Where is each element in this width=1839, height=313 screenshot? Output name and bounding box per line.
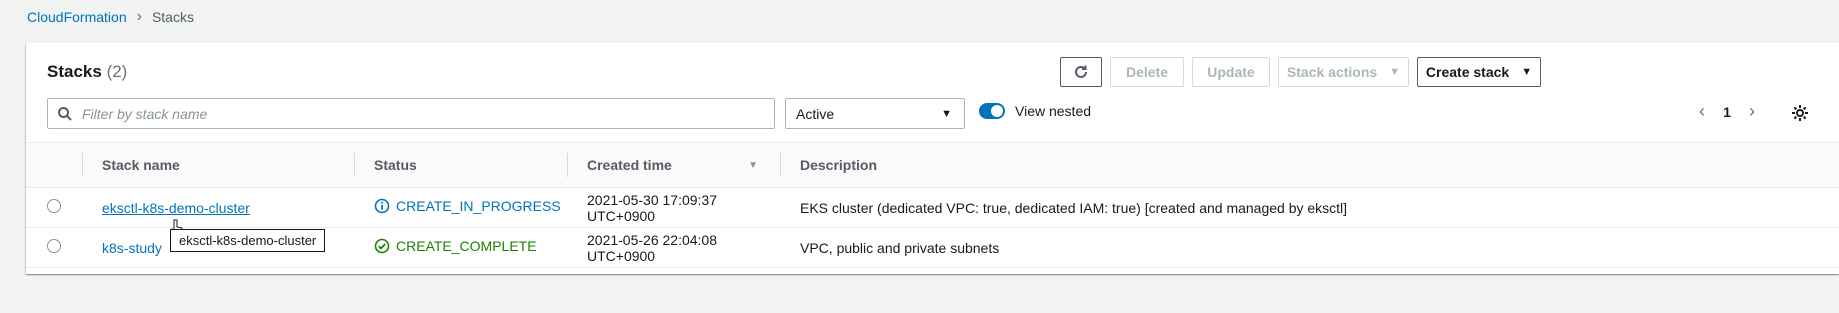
search-input[interactable] [82,105,742,122]
info-icon [374,198,390,214]
update-button[interactable]: Update [1192,57,1270,87]
breadcrumb-current: Stacks [151,9,194,25]
pagination: ‹ 1 › [1688,101,1766,122]
column-label: Stack name [102,157,180,173]
stack-actions-label: Stack actions [1286,64,1378,80]
status-text: CREATE_COMPLETE [396,238,537,254]
table-row[interactable]: eksctl-k8s-demo-cluster CREATE_IN_PROGRE… [26,187,1839,228]
stack-actions-button[interactable]: Stack actions ▼ [1278,57,1409,87]
stack-count: (2) [106,62,128,81]
caret-down-icon: ▼ [1521,66,1533,78]
check-circle-icon [374,238,390,254]
row-radio-button[interactable] [47,199,61,213]
column-label: Description [800,157,878,173]
status-cell: CREATE_COMPLETE [354,227,567,268]
gear-icon[interactable] [1790,103,1810,123]
column-header-status[interactable]: Status [354,142,567,188]
column-label: Created time [587,157,672,173]
status-badge: CREATE_IN_PROGRESS [374,198,561,214]
status-text: CREATE_IN_PROGRESS [396,198,561,214]
create-stack-button[interactable]: Create stack ▼ [1417,57,1541,87]
row-select-cell [26,187,82,228]
status-filter-value: Active [796,105,835,122]
column-header-stack-name[interactable]: Stack name [82,142,354,188]
view-nested-toggle-wrap: View nested [979,103,1091,119]
view-nested-toggle[interactable] [979,103,1005,119]
breadcrumb-cloudformation-link[interactable]: CloudFormation [27,9,127,25]
column-divider [567,153,568,177]
panel-title-text: Stacks [47,62,102,81]
description-cell: VPC, public and private subnets [780,227,1839,268]
stack-name-cell: eksctl-k8s-demo-cluster [82,187,354,228]
created-time-cell: 2021-05-26 22:04:08 UTC+0900 [567,227,780,268]
row-select-cell [26,227,82,268]
search-box [47,98,775,129]
search-icon [58,106,72,121]
delete-button[interactable]: Delete [1110,57,1184,87]
chevron-right-icon: › [136,8,142,25]
status-cell: CREATE_IN_PROGRESS [354,187,567,228]
page-title: Stacks (2) [47,62,127,82]
row-radio-button[interactable] [47,239,61,253]
chevron-right-icon[interactable]: › [1738,101,1766,122]
column-label: Status [374,157,417,173]
stack-name-tooltip: eksctl-k8s-demo-cluster [170,229,326,252]
chevron-left-icon[interactable]: ‹ [1688,101,1716,122]
view-nested-label: View nested [1015,103,1092,119]
caret-down-icon: ▼ [1389,66,1401,78]
column-header-created-time[interactable]: Created time ▼ [567,142,780,188]
column-divider [780,153,781,177]
refresh-button[interactable] [1060,57,1102,87]
select-column-header [26,142,82,188]
column-divider [82,153,83,177]
refresh-icon [1075,65,1087,78]
caret-down-icon: ▼ [941,107,952,120]
table-header-row: Stack name Status Created time ▼ Descrip… [26,142,1839,188]
create-stack-label: Create stack [1425,64,1510,80]
column-header-description[interactable]: Description [780,142,1839,188]
column-divider [354,153,355,177]
breadcrumb: CloudFormation › Stacks [27,8,194,26]
page-number[interactable]: 1 [1716,104,1738,120]
status-badge: CREATE_COMPLETE [374,238,537,254]
created-time-cell: 2021-05-30 17:09:37 UTC+0900 [567,187,780,228]
sort-descending-icon[interactable]: ▼ [748,160,758,171]
stack-name-link[interactable]: k8s-study [102,240,162,256]
status-filter-select[interactable]: Active ▼ [785,98,965,129]
stack-name-link[interactable]: eksctl-k8s-demo-cluster [102,200,250,216]
description-cell: EKS cluster (dedicated VPC: true, dedica… [780,187,1839,228]
